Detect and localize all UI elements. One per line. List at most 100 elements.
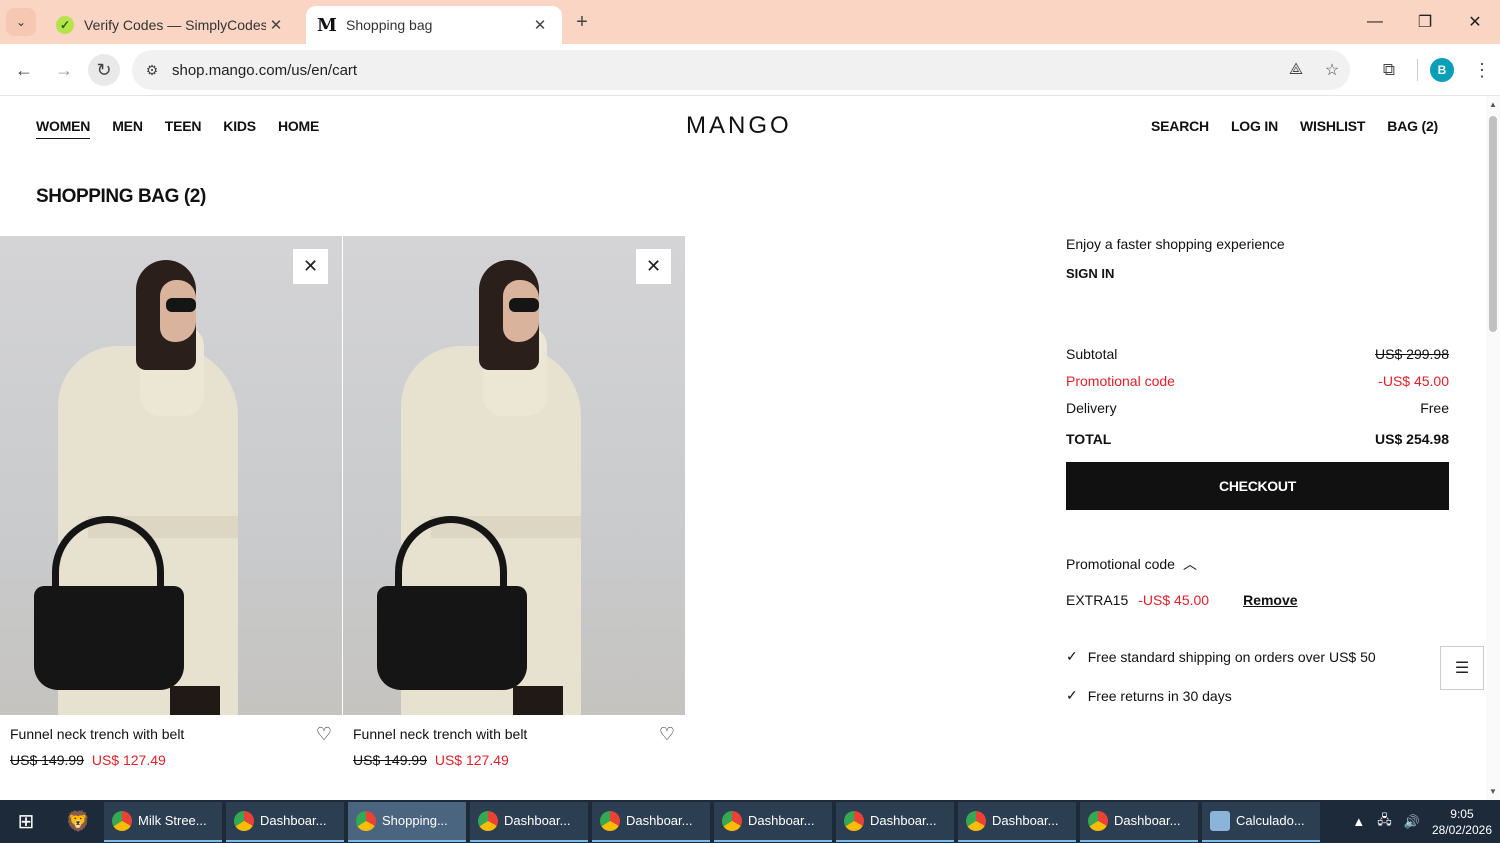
chevron-up-icon: ︿	[1182, 556, 1197, 572]
product-name[interactable]: Funnel neck trench with belt	[353, 726, 527, 742]
delivery-row: Delivery Free	[1066, 394, 1449, 421]
brave-icon[interactable]: 🦁	[52, 809, 104, 834]
benefit-item: ✓ Free standard shipping on orders over …	[1066, 648, 1376, 665]
taskbar-label: Dashboar...	[1114, 813, 1181, 828]
taskbar-label: Calculado...	[1236, 813, 1305, 828]
sunglasses-shape	[166, 298, 196, 312]
system-tray: ▲ 🖧 🔊 9:05 28/02/2026	[1352, 800, 1492, 843]
close-icon[interactable]: ✕	[266, 16, 286, 34]
page-content: WOMEN MEN TEEN KIDS HOME MANGO SEARCH LO…	[0, 96, 1486, 800]
remove-item-button[interactable]: ✕	[293, 249, 328, 284]
close-window-icon[interactable]: ✕	[1450, 0, 1500, 44]
reload-icon: ↻	[96, 59, 112, 80]
clock-date: 28/02/2026	[1431, 822, 1492, 837]
page-scrollbar[interactable]: ▲ ▼	[1486, 96, 1500, 800]
sign-in-hint: Enjoy a faster shopping experience	[1066, 236, 1285, 252]
product-name[interactable]: Funnel neck trench with belt	[10, 726, 184, 742]
back-button[interactable]: ←	[8, 54, 40, 86]
chat-icon: ☰	[1454, 660, 1470, 677]
forward-button[interactable]: →	[48, 54, 80, 86]
taskbar-item[interactable]: Dashboar...	[714, 801, 832, 842]
chevron-down-icon: ⌄	[15, 15, 27, 29]
taskbar-item[interactable]: Shopping...	[348, 801, 466, 842]
clock[interactable]: 9:05 28/02/2026	[1432, 806, 1492, 838]
nav-women[interactable]: WOMEN	[36, 118, 90, 139]
delivery-value: Free	[1420, 399, 1449, 416]
check-icon: ✓	[1066, 648, 1078, 664]
extensions-icon[interactable]: ⧉	[1369, 60, 1409, 80]
remove-item-button[interactable]: ✕	[636, 249, 671, 284]
tab-shopping-bag[interactable]: M Shopping bag ✕	[306, 6, 562, 44]
product-image[interactable]: ✕	[0, 236, 342, 715]
kebab-menu-icon[interactable]: ⋮	[1464, 60, 1500, 81]
taskbar-label: Dashboar...	[992, 813, 1059, 828]
total-row: TOTAL US$ 254.98	[1066, 425, 1449, 452]
restore-icon[interactable]: ❐	[1400, 0, 1450, 44]
tab-simplycodes[interactable]: ✓ Verify Codes — SimplyCodes ✕	[44, 6, 298, 44]
profile-avatar[interactable]: B	[1430, 58, 1454, 82]
nav-login[interactable]: LOG IN	[1231, 118, 1278, 134]
original-price: US$ 149.99	[10, 752, 84, 768]
nav-search[interactable]: SEARCH	[1151, 118, 1209, 134]
handbag-shape	[377, 586, 527, 690]
checkout-button[interactable]: CHECKOUT	[1066, 462, 1449, 510]
summary-lines: Subtotal US$ 299.98 Promotional code -US…	[1066, 340, 1449, 452]
promo-code-text: EXTRA15	[1066, 592, 1129, 608]
nav-kids[interactable]: KIDS	[223, 118, 256, 139]
new-tab-button[interactable]: +	[570, 11, 594, 35]
taskbar-item[interactable]: Dashboar...	[958, 801, 1076, 842]
taskbar-item[interactable]: Dashboar...	[1080, 801, 1198, 842]
nav-wishlist[interactable]: WISHLIST	[1300, 118, 1365, 134]
browser-toolbar: ← → ↻ ⚙ shop.mango.com/us/en/cart ⟁ ☆ ⧉ …	[0, 44, 1500, 96]
star-icon[interactable]: ☆	[1314, 60, 1350, 80]
taskbar-item[interactable]: Dashboar...	[592, 801, 710, 842]
promo-row: Promotional code -US$ 45.00	[1066, 367, 1449, 394]
url-text[interactable]: shop.mango.com/us/en/cart	[172, 62, 1278, 79]
legs-shape	[513, 686, 563, 715]
address-bar[interactable]: ⚙ shop.mango.com/us/en/cart ⟁ ☆	[132, 50, 1350, 90]
remove-promo-link[interactable]: Remove	[1243, 592, 1297, 608]
reload-button[interactable]: ↻	[88, 54, 120, 86]
taskbar-item[interactable]: Dashboar...	[470, 801, 588, 842]
chat-button[interactable]: ☰	[1440, 646, 1484, 690]
benefit-text: Free standard shipping on orders over US…	[1087, 648, 1376, 665]
taskbar-item[interactable]: Calculado...	[1202, 801, 1320, 842]
promo-label: Promotional code	[1066, 372, 1175, 389]
translate-icon[interactable]: ⟁	[1278, 61, 1314, 79]
taskbar-item[interactable]: Dashboar...	[226, 801, 344, 842]
scroll-up-icon[interactable]: ▲	[1489, 100, 1497, 109]
volume-icon[interactable]: 🔊	[1404, 814, 1420, 830]
taskbar-item[interactable]: Dashboar...	[836, 801, 954, 842]
window-controls: — ❐ ✕	[1350, 0, 1500, 44]
windows-start-icon[interactable]: ⊞	[0, 800, 52, 843]
total-value: US$ 254.98	[1375, 430, 1449, 447]
network-icon[interactable]: 🖧	[1377, 811, 1392, 833]
bag-item: ✕ Funnel neck trench with belt ♡ US$ 149…	[343, 236, 685, 768]
scroll-down-icon[interactable]: ▼	[1489, 787, 1497, 796]
nav-home[interactable]: HOME	[278, 118, 319, 139]
heart-icon[interactable]: ♡	[316, 724, 332, 745]
arrow-left-icon: ←	[15, 59, 33, 80]
promo-code-toggle[interactable]: Promotional code ︿	[1066, 554, 1197, 574]
chrome-icon	[356, 810, 376, 831]
mango-m-icon: M	[317, 14, 337, 36]
mango-logo[interactable]: MANGO	[686, 112, 792, 140]
product-image[interactable]: ✕	[343, 236, 685, 715]
scrollbar-thumb[interactable]	[1489, 116, 1497, 332]
promo-toggle-label: Promotional code	[1066, 556, 1175, 572]
minimize-icon[interactable]: —	[1350, 0, 1400, 44]
nav-teen[interactable]: TEEN	[165, 118, 202, 139]
nav-bag[interactable]: BAG (2)	[1387, 118, 1438, 134]
original-price: US$ 149.99	[353, 752, 427, 768]
close-icon[interactable]: ✕	[530, 16, 550, 34]
site-info-icon[interactable]: ⚙	[132, 62, 172, 79]
close-icon: ✕	[645, 256, 662, 276]
sign-in-link[interactable]: SIGN IN	[1066, 266, 1449, 281]
product-prices: US$ 149.99 US$ 127.49	[353, 752, 509, 768]
chrome-icon	[600, 810, 620, 831]
taskbar-item[interactable]: Milk Stree...	[104, 801, 222, 842]
tray-expand-icon[interactable]: ▲	[1352, 814, 1365, 829]
tab-search-button[interactable]: ⌄	[6, 8, 36, 36]
nav-men[interactable]: MEN	[112, 118, 143, 139]
heart-icon[interactable]: ♡	[659, 724, 675, 745]
